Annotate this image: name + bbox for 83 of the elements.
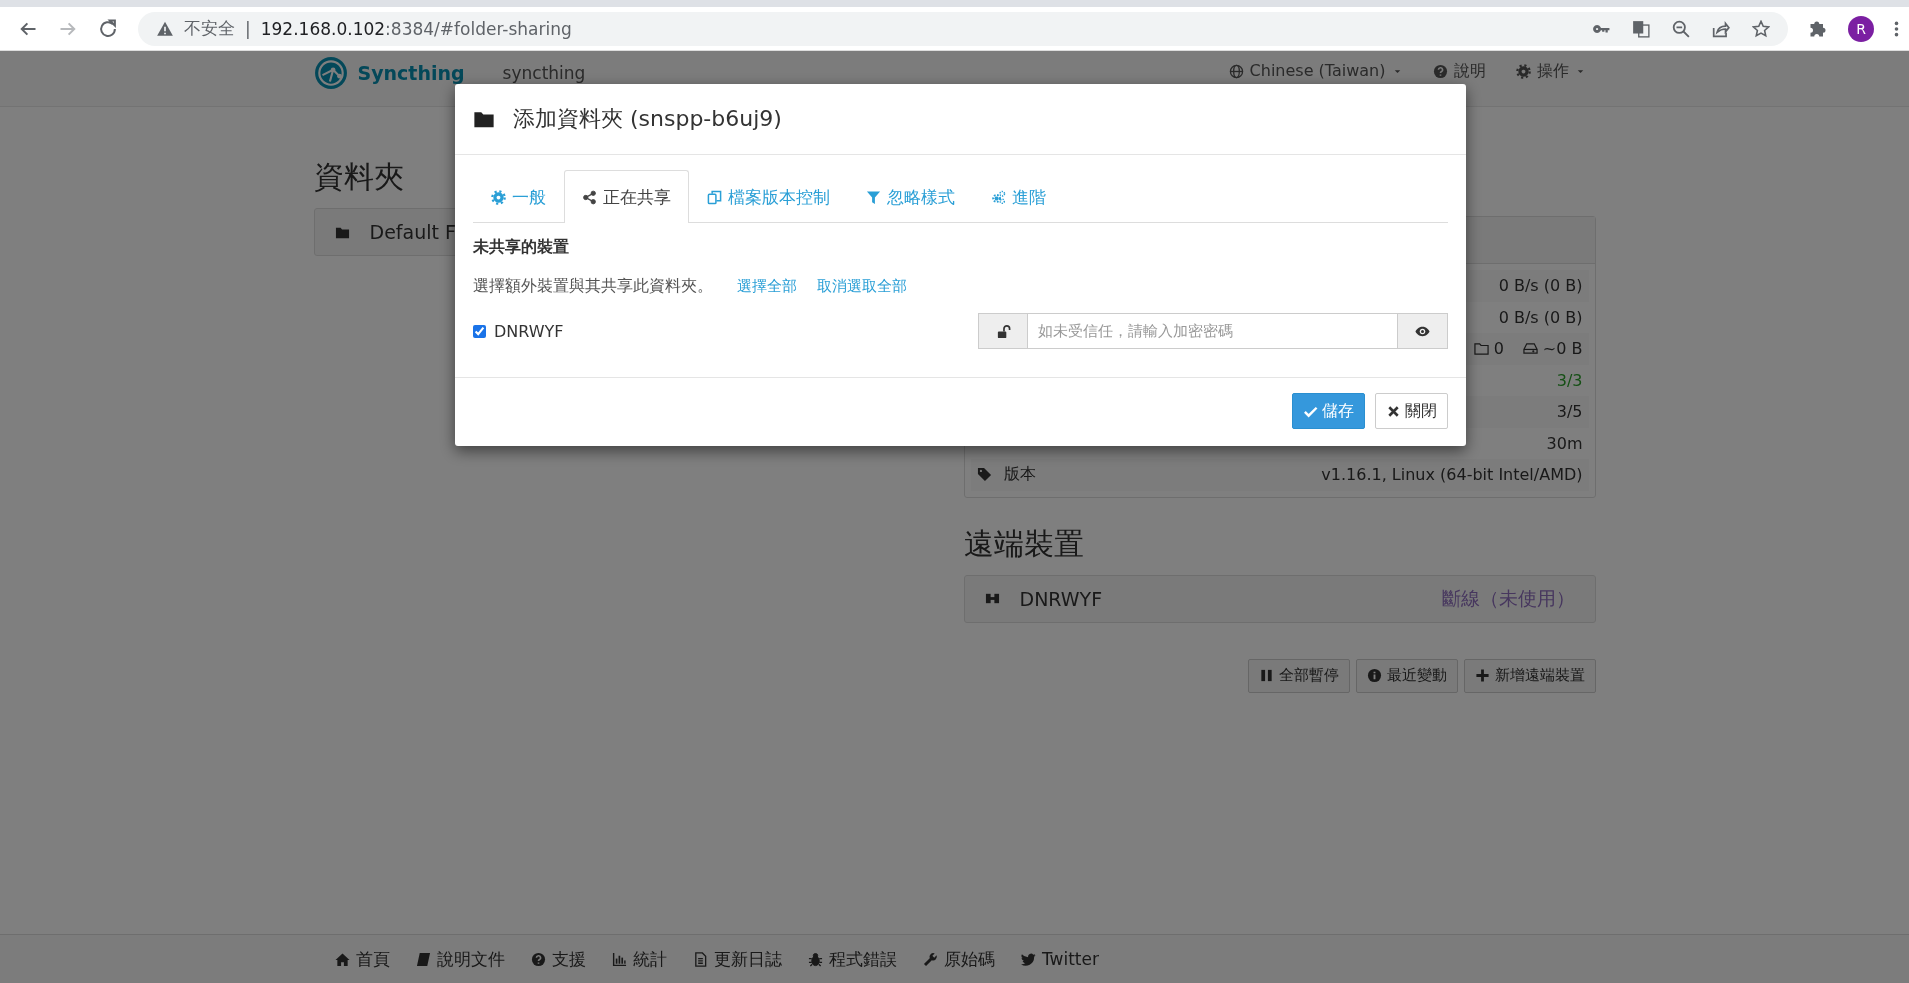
question-icon xyxy=(531,951,546,967)
footer-link[interactable]: 原始碼 xyxy=(923,947,995,971)
globe-icon xyxy=(1228,63,1244,79)
hdd-icon xyxy=(1522,341,1538,357)
profile-avatar[interactable]: R xyxy=(1848,15,1874,42)
footer-link[interactable]: 統計 xyxy=(612,947,667,971)
file-icon xyxy=(693,951,708,967)
star-icon[interactable] xyxy=(1752,19,1770,38)
brand-name[interactable]: Syncthing xyxy=(357,62,465,84)
tab[interactable]: 一般 xyxy=(473,171,564,223)
row-value: 3/3 xyxy=(1556,370,1583,390)
tab[interactable]: 正在共享 xyxy=(564,170,689,223)
nav-link[interactable]: Chinese (Taiwan) xyxy=(1228,62,1403,80)
close-button[interactable]: 關閉 xyxy=(1375,393,1448,429)
chart-icon xyxy=(612,951,627,967)
password-field[interactable]: 如未受信任，請輸入加密密碼 xyxy=(1028,313,1398,349)
gear-icon xyxy=(1515,63,1531,79)
device-action-button[interactable]: 新增遠端裝置 xyxy=(1463,658,1596,693)
row-label: 版本 xyxy=(1003,464,1036,486)
footer-link[interactable]: 支援 xyxy=(531,947,586,971)
row-value: 0 B/s (0 B) xyxy=(1498,307,1583,327)
question-icon xyxy=(1432,63,1448,79)
footer-link[interactable]: Twitter xyxy=(1021,949,1099,969)
folder-name: Default F xyxy=(369,221,456,243)
info-icon xyxy=(1366,668,1382,683)
book-icon xyxy=(416,951,431,967)
pause-icon xyxy=(1258,668,1274,683)
menu-icon[interactable] xyxy=(1894,19,1899,38)
select-link[interactable]: 選擇全部 xyxy=(737,277,797,296)
save-button[interactable]: 儲存 xyxy=(1292,393,1365,429)
row-value: v1.16.1, Linux (64-bit Intel/AMD) xyxy=(1321,465,1583,485)
footer-link[interactable]: 程式錯誤 xyxy=(808,947,897,971)
device-icon xyxy=(984,591,1000,606)
device-status: 斷線（未使用） xyxy=(1441,585,1575,611)
remote-device-panel[interactable]: DNRWYF 斷線（未使用） xyxy=(963,574,1596,623)
checkbox[interactable] xyxy=(473,324,486,338)
size-value: ~0 B xyxy=(1542,339,1583,359)
share-icon[interactable] xyxy=(1712,19,1730,38)
nav-link[interactable]: 說明 xyxy=(1432,62,1486,80)
footer-link[interactable]: 說明文件 xyxy=(416,947,505,971)
zoom-out-icon[interactable] xyxy=(1672,19,1690,38)
tab[interactable]: 檔案版本控制 xyxy=(689,171,848,223)
security-label: 不安全 xyxy=(184,17,235,40)
bug-icon xyxy=(808,951,823,967)
home-icon xyxy=(335,951,350,967)
device-label: DNRWYF xyxy=(494,321,564,341)
logo-icon[interactable] xyxy=(313,56,348,90)
copy-icon xyxy=(707,190,722,205)
address-bar[interactable]: 不安全 | 192.168.0.102:8384/#folder-sharing xyxy=(138,11,1788,46)
section-heading: 遠端裝置 xyxy=(963,524,1084,563)
translate-icon[interactable] xyxy=(1632,19,1650,38)
modal-title: 添加資料夾 (snspp-b6uj9) xyxy=(513,105,782,133)
footer-link[interactable]: 首頁 xyxy=(335,947,390,971)
row-value: 3/5 xyxy=(1556,402,1583,422)
gear-icon xyxy=(491,190,506,205)
bird-icon xyxy=(1021,951,1036,967)
cogs-icon xyxy=(991,190,1006,205)
wrench-icon xyxy=(923,951,938,967)
section-heading: 資料夾 xyxy=(313,158,404,196)
nav-link[interactable]: 操作 xyxy=(1515,62,1586,80)
reload-icon[interactable] xyxy=(98,18,118,39)
folder-outline-icon xyxy=(1473,341,1489,357)
filter-icon xyxy=(866,190,881,205)
section-title: 未共享的裝置 xyxy=(473,237,570,258)
separator: | xyxy=(245,18,251,39)
lock-icon xyxy=(995,323,1011,339)
tag-icon xyxy=(976,467,992,483)
folder-count: 0 xyxy=(1493,339,1504,359)
tab[interactable]: 忽略樣式 xyxy=(848,171,973,223)
device-name: syncthing xyxy=(502,63,586,83)
plus-icon xyxy=(1474,668,1490,683)
row-value: 30m xyxy=(1546,433,1583,453)
show-password-button[interactable] xyxy=(1398,313,1448,349)
url-text: 192.168.0.102:8384/#folder-sharing xyxy=(260,18,572,39)
footer-link[interactable]: 更新日誌 xyxy=(693,947,782,971)
row-value: 0 B/s (0 B) xyxy=(1498,276,1583,296)
share-icon xyxy=(582,189,597,205)
device-action-button[interactable]: 全部暫停 xyxy=(1247,658,1350,693)
device-action-button[interactable]: 最近變動 xyxy=(1355,658,1458,693)
select-link[interactable]: 取消選取全部 xyxy=(817,277,907,296)
tab[interactable]: 進階 xyxy=(973,171,1064,223)
device-name: DNRWYF xyxy=(1019,587,1103,610)
description-text: 選擇額外裝置與其共享此資料夾。 xyxy=(473,276,713,297)
